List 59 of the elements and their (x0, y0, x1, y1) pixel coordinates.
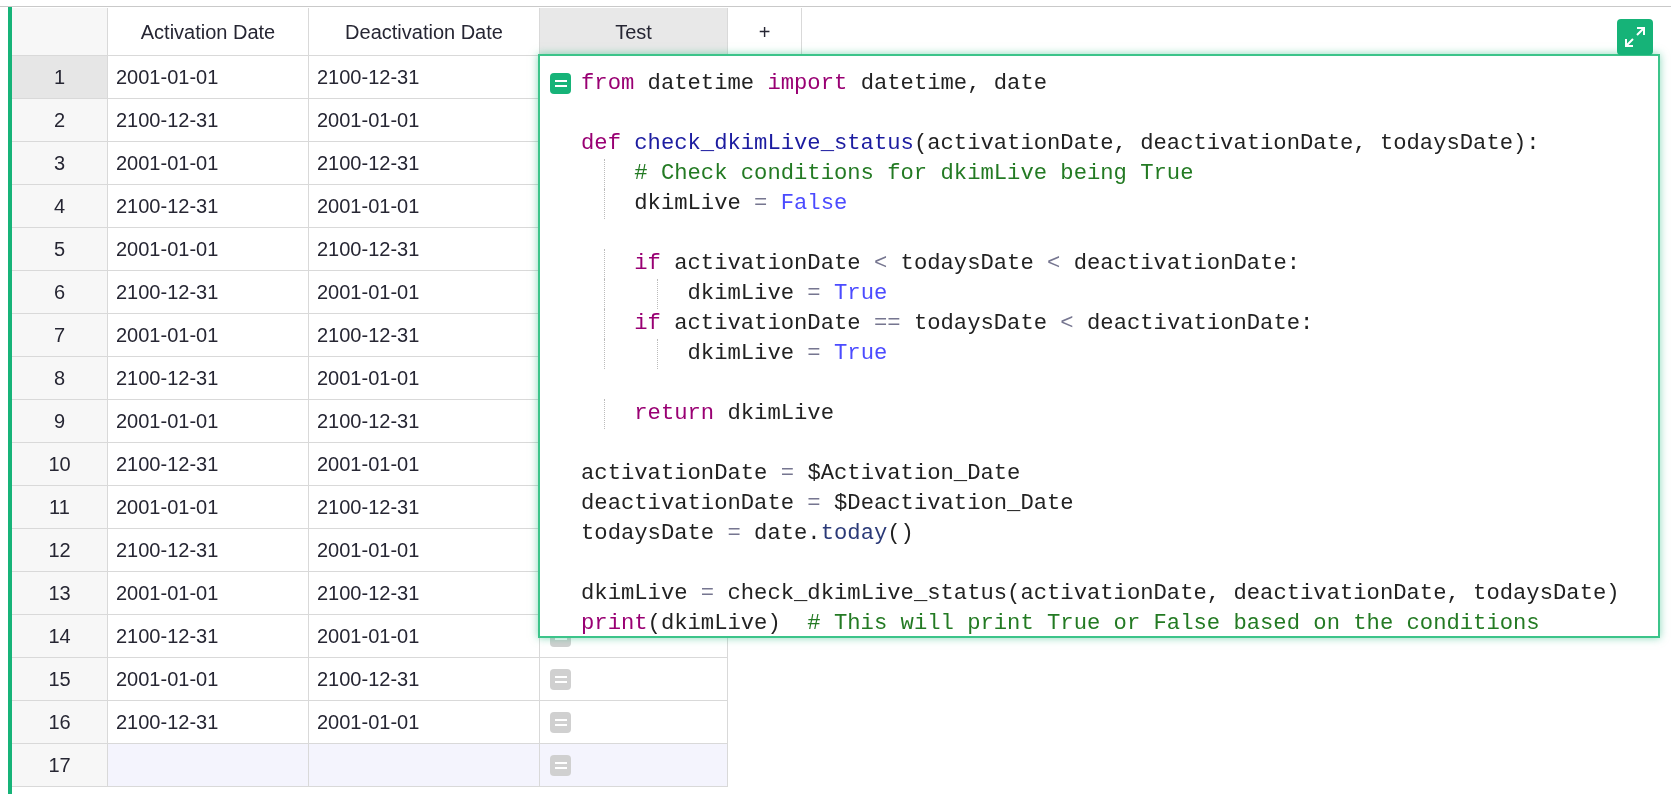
row-number[interactable]: 6 (12, 271, 108, 314)
row-number[interactable]: 17 (12, 744, 108, 787)
row-number[interactable]: 1 (12, 56, 108, 99)
row-number[interactable]: 14 (12, 615, 108, 658)
row-number[interactable]: 10 (12, 443, 108, 486)
table-cell: 2100-12-31 (108, 271, 309, 314)
table-cell: 2001-01-01 (108, 56, 309, 99)
code-line: def check_dkimLive_status(activationDate, deactivationDate, todaysDate): (581, 130, 1541, 158)
code-line: # Check conditions for dkimLive being True (581, 159, 1658, 189)
table-cell: 2001-01-01 (108, 572, 309, 615)
table-cell: 2100-12-31 (108, 99, 309, 142)
row-number[interactable]: 7 (12, 314, 108, 357)
code-line: todaysDate = date.today() (581, 520, 915, 548)
row-number[interactable]: 3 (12, 142, 108, 185)
expand-icon (1624, 26, 1646, 48)
row-number[interactable]: 11 (12, 486, 108, 529)
table-cell: 2100-12-31 (108, 443, 309, 486)
table-cell: 2100-12-31 (309, 658, 540, 701)
column-header[interactable]: Test (540, 8, 728, 56)
column-header[interactable]: Activation Date (108, 8, 309, 56)
row-number[interactable]: 8 (12, 357, 108, 400)
code-line: dkimLive = True (581, 279, 1658, 309)
row-number[interactable]: 2 (12, 99, 108, 142)
row-number[interactable]: 12 (12, 529, 108, 572)
table-cell: 2001-01-01 (108, 228, 309, 271)
table-cell: 2001-01-01 (108, 314, 309, 357)
row-number[interactable]: 9 (12, 400, 108, 443)
code-line: if activationDate < todaysDate < deactivationDate: (581, 249, 1658, 279)
table-cell: 2001-01-01 (108, 486, 309, 529)
indent-guide (656, 339, 658, 369)
table-cell: 2100-12-31 (108, 185, 309, 228)
formula-icon[interactable] (550, 712, 571, 733)
indent-guide (603, 399, 605, 429)
code-line: dkimLive = check_dkimLive_status(activationDate, deactivationDate, todaysDate) (581, 580, 1621, 608)
code-editor[interactable] (538, 54, 1660, 638)
table-cell: 2100-12-31 (108, 529, 309, 572)
row-number[interactable]: 5 (12, 228, 108, 271)
table-cell: 2100-12-31 (108, 357, 309, 400)
row-number[interactable]: 15 (12, 658, 108, 701)
table-cell: 2001-01-01 (108, 400, 309, 443)
code-line: from datetime import datetime, date (581, 70, 1049, 98)
code-line: activationDate = $Activation_Date (581, 460, 1022, 488)
code-line: print(dkimLive) # This will print True or False based on the conditions (581, 610, 1541, 638)
code-line: dkimLive = True (581, 339, 1658, 369)
code-line: deactivationDate = $Deactivation_Date (581, 490, 1075, 518)
code-line: return dkimLive (581, 399, 1658, 429)
table-cell: 2001-01-01 (108, 658, 309, 701)
row-number[interactable]: 13 (12, 572, 108, 615)
code-line: dkimLive = False (581, 189, 1658, 219)
row-number[interactable]: 16 (12, 701, 108, 744)
expand-button[interactable] (1617, 19, 1653, 55)
code-line: if activationDate == todaysDate < deactivationDate: (581, 309, 1658, 339)
row-number[interactable]: 4 (12, 185, 108, 228)
formula-icon (550, 73, 571, 94)
formula-icon[interactable] (550, 669, 571, 690)
indent-guide (656, 279, 658, 309)
formula-icon[interactable] (550, 755, 571, 776)
table-cell: 2100-12-31 (108, 615, 309, 658)
table-cell: 2001-01-01 (108, 142, 309, 185)
